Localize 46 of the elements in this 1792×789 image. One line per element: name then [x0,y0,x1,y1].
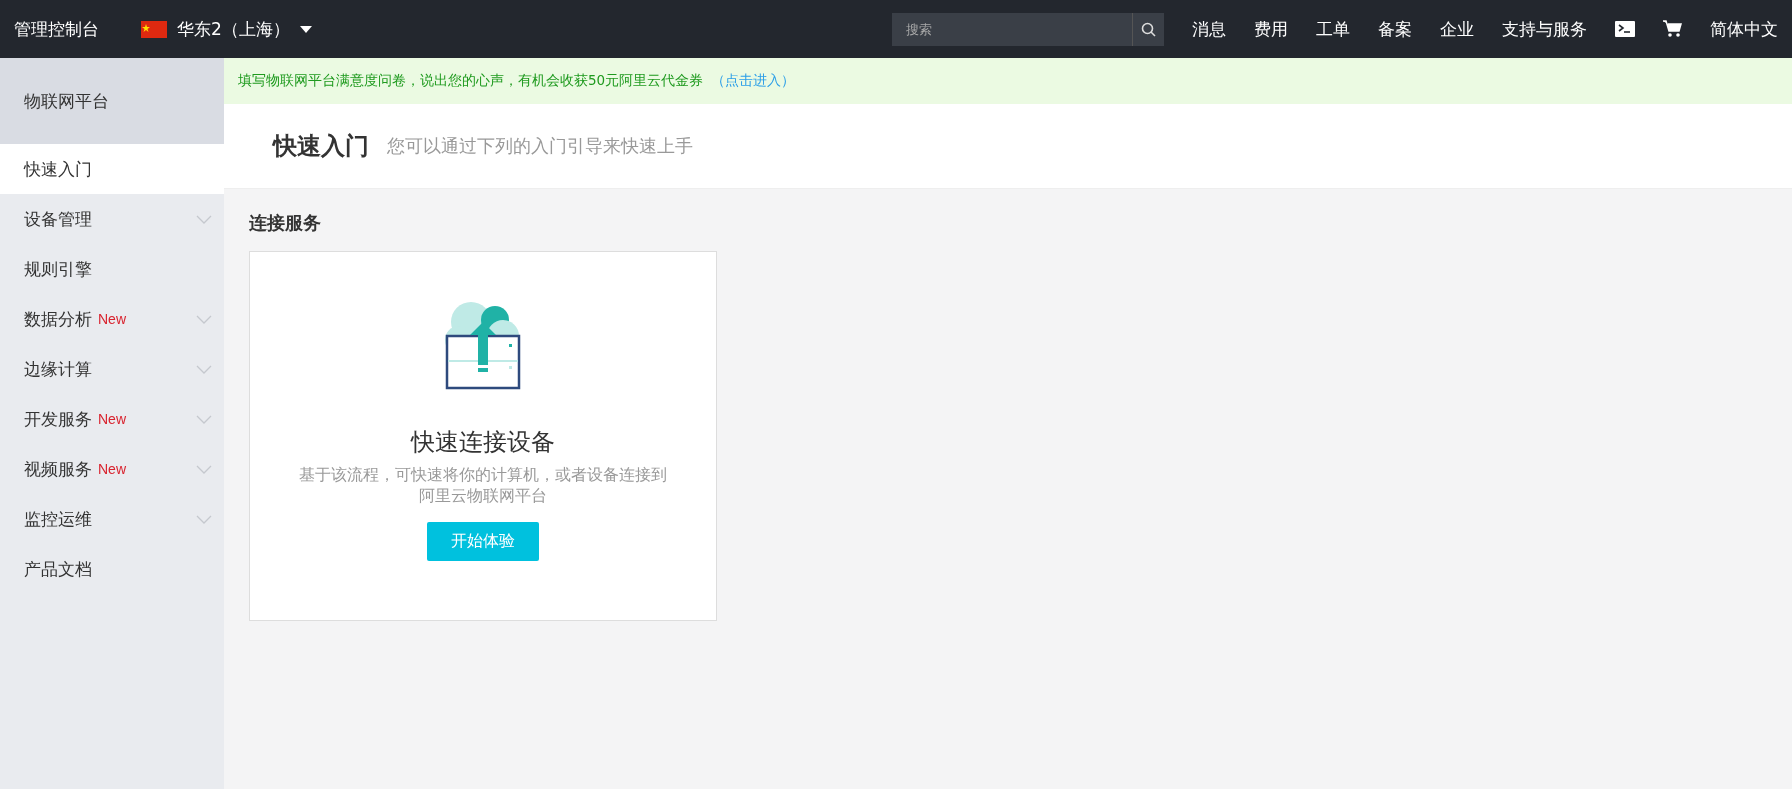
sidebar-item-label: 视频服务 [24,457,92,481]
language-link[interactable]: 简体中文 [1710,17,1778,41]
nav-link[interactable]: 消息 [1192,17,1226,41]
nav-link[interactable]: 备案 [1378,17,1412,41]
cart-button[interactable] [1663,20,1682,38]
nav-link[interactable]: 费用 [1254,17,1288,41]
page-title: 快速入门 [273,131,369,162]
sidebar-title: 物联网平台 [24,89,109,113]
new-label: New [98,411,126,427]
sidebar-item[interactable]: 视频服务 New [0,444,224,494]
sidebar-item-label: 监控运维 [24,507,92,531]
sidebar-item-label: 规则引擎 [24,257,92,281]
banner-text: 填写物联网平台满意度问卷，说出您的心声，有机会收获50元阿里云代金券 [238,72,704,90]
new-label: New [98,311,126,327]
cart-icon [1663,20,1682,38]
nav-link[interactable]: 支持与服务 [1502,17,1587,41]
sidebar-item[interactable]: 设备管理 [0,194,224,244]
region-selector[interactable]: 华东2（上海） [135,16,318,42]
sidebar-item-label: 产品文档 [24,557,92,581]
sidebar-item[interactable]: 数据分析 New [0,294,224,344]
terminal-icon [1615,21,1635,37]
sidebar-item[interactable]: 快速入门 [0,144,224,194]
nav-link[interactable]: 企业 [1440,17,1474,41]
sidebar-item-label: 边缘计算 [24,357,92,381]
sidebar-item[interactable]: 监控运维 [0,494,224,544]
search-icon [1141,21,1156,37]
sidebar-item[interactable]: 产品文档 [0,544,224,594]
nav-link[interactable]: 工单 [1316,17,1350,41]
sidebar-item-label: 开发服务 [24,407,92,431]
search-field[interactable]: 搜索 [892,12,1132,46]
sidebar-item-label: 数据分析 [24,307,92,331]
sidebar-item[interactable]: 规则引擎 [0,244,224,294]
console-title[interactable]: 管理控制台 [14,17,99,41]
flag-icon [141,20,167,38]
sidebar-item-label: 设备管理 [24,207,92,231]
section-title: 连接服务 [249,211,322,235]
sidebar-item[interactable]: 边缘计算 [0,344,224,394]
terminal-button[interactable] [1615,21,1635,37]
sidebar-item[interactable]: 开发服务 New [0,394,224,444]
page-subtitle: 您可以通过下列的入门引导来快速上手 [387,134,693,158]
sidebar-item-label: 快速入门 [24,157,92,181]
caret-icon [299,25,312,33]
card-description: 基于该流程，可快速将你的计算机，或者设备连接到阿里云物联网平台 [298,464,668,506]
card-title: 快速连接设备 [411,427,555,458]
new-label: New [98,461,126,477]
search-button[interactable] [1132,12,1164,46]
